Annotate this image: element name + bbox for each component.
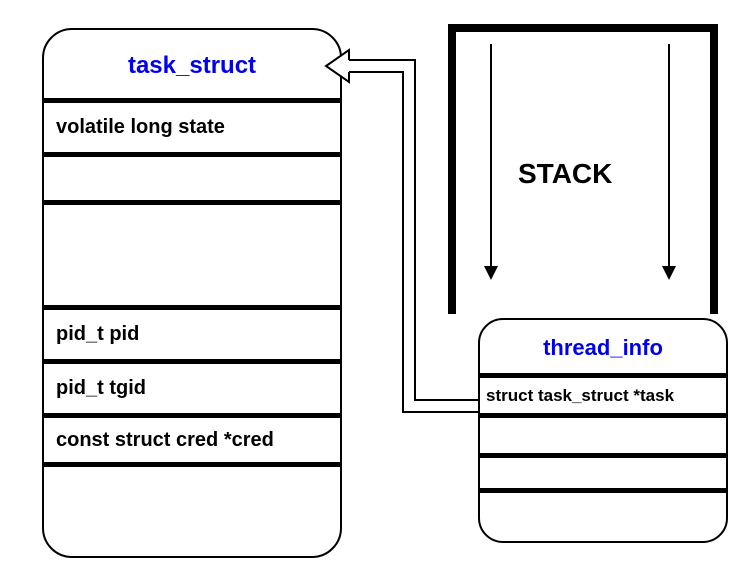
stack-label: STACK <box>518 158 612 190</box>
task-row-tgid: pid_t tgid <box>44 359 340 413</box>
task-row-empty1 <box>44 152 340 200</box>
stack-arrow-left <box>490 44 492 266</box>
task-row-state: volatile long state <box>44 98 340 152</box>
stack-arrow-right <box>668 44 670 266</box>
thread-info-box: thread_info struct task_struct *task <box>478 318 728 543</box>
task-row-pid: pid_t pid <box>44 305 340 359</box>
task-struct-box: task_struct volatile long state pid_t pi… <box>42 28 342 558</box>
thread-row-task: struct task_struct *task <box>480 373 726 413</box>
thread-row-empty2 <box>480 453 726 493</box>
task-row-empty2 <box>44 200 340 305</box>
thread-row-empty1 <box>480 413 726 453</box>
task-row-cred: const struct cred *cred <box>44 413 340 467</box>
task-struct-title: task_struct <box>44 30 340 98</box>
thread-info-title: thread_info <box>480 320 726 373</box>
